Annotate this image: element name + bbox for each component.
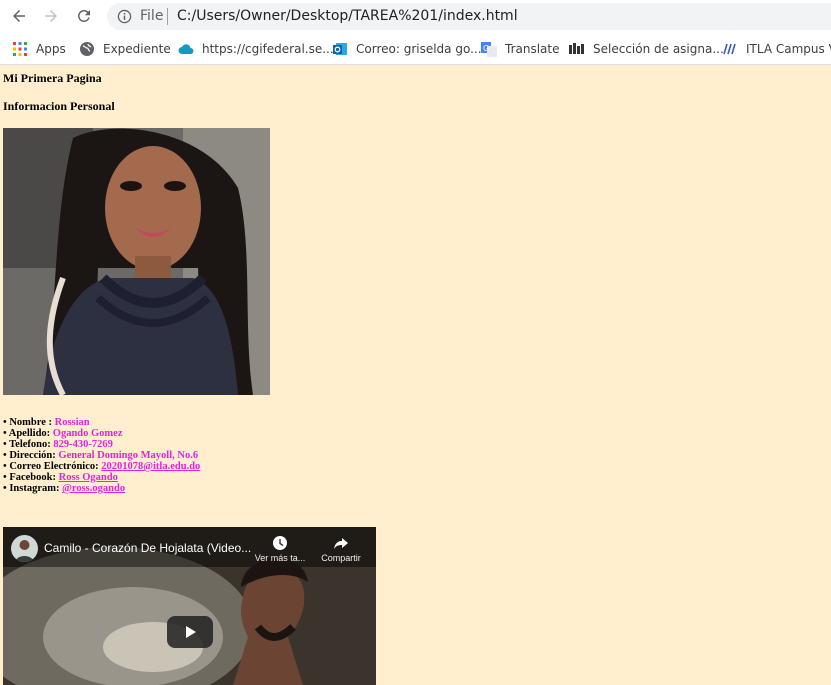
forward-button[interactable] — [39, 4, 63, 28]
svg-text:G: G — [483, 44, 489, 53]
info-icon[interactable] — [117, 9, 132, 24]
list-item: • Instagram: @ross.ogando — [3, 483, 126, 494]
list-item: • Apellido: Ogando Gomez — [3, 428, 123, 439]
profile-photo — [3, 128, 270, 395]
page-content: Mi Primera Pagina Informacion Personal •… — [0, 66, 831, 685]
globe-icon — [79, 41, 95, 57]
bookmark-label: https://cgifederal.se... — [202, 42, 334, 56]
personal-info-list: • Nombre : Rossian • Apellido: Ogando Go… — [3, 417, 200, 494]
watch-later-button[interactable]: Ver más ta... — [251, 535, 309, 563]
share-button[interactable]: Compartir — [316, 535, 366, 563]
reload-icon — [77, 9, 90, 22]
forward-arrow-icon — [45, 10, 57, 22]
back-arrow-icon — [13, 10, 25, 22]
play-button[interactable] — [167, 616, 213, 648]
itla-icon — [722, 41, 738, 57]
address-value: General Domingo Mayoll, No.6 — [58, 450, 199, 461]
bookmarks-bar: Apps Expediente https://cgifederal.se...… — [0, 33, 831, 65]
back-button[interactable] — [7, 4, 31, 28]
translate-icon: G — [481, 41, 497, 57]
list-item: • Nombre : Rossian — [3, 417, 90, 428]
list-item: • Correo Electrónico: 20201078@itla.edu.… — [3, 461, 201, 472]
play-icon — [186, 626, 196, 638]
url-text[interactable]: C:/Users/Owner/Desktop/TAREA%201/index.h… — [177, 8, 518, 24]
bookmark-label: Selección de asigna... — [593, 42, 724, 56]
bookmark-label: Translate — [505, 42, 560, 56]
channel-avatar[interactable] — [11, 535, 38, 562]
reload-button[interactable] — [72, 4, 96, 28]
share-icon — [334, 538, 348, 549]
page-title: Mi Primera Pagina — [3, 71, 102, 85]
section-heading: Informacion Personal — [3, 99, 115, 113]
apps-grid-icon — [12, 41, 28, 57]
bookmark-correo[interactable]: Correo: griselda go... — [332, 40, 482, 58]
scheme-label: File — [140, 8, 164, 24]
bookmark-label: Apps — [36, 42, 66, 56]
surname-value: Ogando Gomez — [52, 428, 123, 439]
bookmark-label: Expediente — [103, 42, 171, 56]
video-title[interactable]: Camilo - Corazón De Hojalata (Video... — [44, 541, 251, 555]
list-item: • Telefono: 829-430-7269 — [3, 439, 113, 450]
youtube-embed[interactable]: Camilo - Corazón De Hojalata (Video... V… — [3, 527, 376, 685]
list-item: • Dirección: General Domingo Mayoll, No.… — [3, 450, 199, 461]
facebook-link[interactable]: Ross Ogando — [59, 472, 118, 483]
bookmark-translate[interactable]: G Translate — [481, 40, 560, 58]
omnibox-divider — [167, 8, 168, 25]
clock-icon — [273, 536, 287, 550]
schedule-icon — [569, 41, 585, 57]
bookmark-seleccion[interactable]: Selección de asigna... — [569, 40, 724, 58]
name-value: Rossian — [54, 417, 90, 428]
bookmark-expediente[interactable]: Expediente — [79, 40, 171, 58]
bookmark-label: ITLA Campus Vir — [746, 42, 831, 56]
phone-value: 829-430-7269 — [53, 439, 113, 450]
browser-toolbar: File C:/Users/Owner/Desktop/TAREA%201/in… — [0, 0, 831, 33]
bookmark-label: Correo: griselda go... — [356, 42, 482, 56]
bookmark-cgifederal[interactable]: https://cgifederal.se... — [178, 40, 334, 58]
bookmark-apps[interactable]: Apps — [12, 40, 66, 58]
email-link[interactable]: 20201078@itla.edu.do — [101, 461, 200, 472]
address-bar[interactable]: File C:/Users/Owner/Desktop/TAREA%201/in… — [107, 3, 831, 30]
instagram-link[interactable]: @ross.ogando — [62, 483, 125, 494]
outlook-icon — [332, 41, 348, 57]
bookmark-itla[interactable]: ITLA Campus Vir — [722, 40, 831, 58]
list-item: • Facebook: Ross Ogando — [3, 472, 118, 483]
cloud-icon — [178, 41, 194, 57]
